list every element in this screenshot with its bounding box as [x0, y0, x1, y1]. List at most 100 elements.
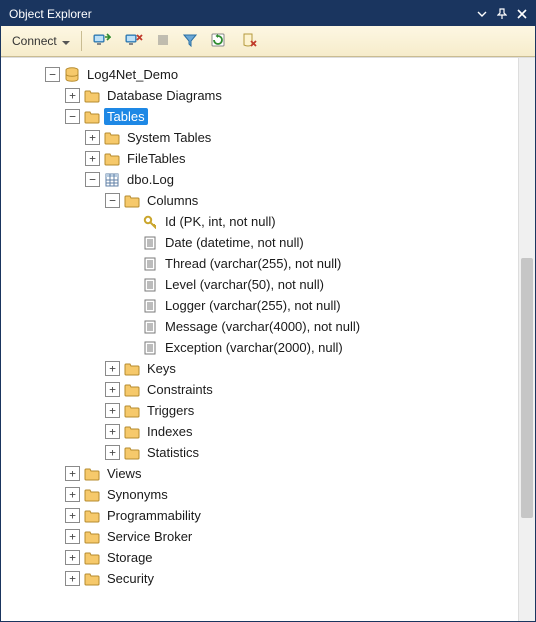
tree-label[interactable]: Programmability: [104, 507, 204, 524]
filter-icon: [183, 33, 197, 50]
tree-row[interactable]: + Programmability: [5, 505, 519, 526]
tree-label[interactable]: Exception (varchar(2000), null): [162, 339, 346, 356]
object-explorer-window: Object Explorer Connect: [0, 0, 536, 622]
collapse-toggle[interactable]: −: [105, 193, 120, 208]
expand-toggle[interactable]: +: [65, 487, 80, 502]
column-icon: [142, 277, 158, 293]
tree-label[interactable]: Statistics: [144, 444, 202, 461]
tree-row[interactable]: + Security: [5, 568, 519, 589]
expand-toggle[interactable]: +: [65, 88, 80, 103]
folder-icon: [124, 424, 140, 440]
toggle-spacer: [125, 257, 138, 270]
tree-label[interactable]: Database Diagrams: [104, 87, 225, 104]
expand-toggle[interactable]: +: [65, 571, 80, 586]
window-menu-button[interactable]: [473, 5, 491, 23]
expand-toggle[interactable]: +: [65, 466, 80, 481]
refresh-icon: [211, 33, 227, 50]
tree-label[interactable]: Triggers: [144, 402, 197, 419]
tree-label[interactable]: Synonyms: [104, 486, 171, 503]
tree-label[interactable]: FileTables: [124, 150, 189, 167]
tree-row[interactable]: Logger (varchar(255), not null): [5, 295, 519, 316]
expand-toggle[interactable]: +: [105, 445, 120, 460]
database-icon: [64, 67, 80, 83]
expand-toggle[interactable]: +: [105, 403, 120, 418]
toggle-spacer: [125, 278, 138, 291]
filter-button[interactable]: [178, 29, 202, 53]
tree-label[interactable]: dbo.Log: [124, 171, 177, 188]
server-disconnect-icon: [125, 32, 143, 51]
tree-row[interactable]: Exception (varchar(2000), null): [5, 337, 519, 358]
pin-button[interactable]: [493, 5, 511, 23]
tree-label[interactable]: Columns: [144, 192, 201, 209]
folder-icon: [84, 529, 100, 545]
expand-toggle[interactable]: +: [85, 130, 100, 145]
folder-icon: [124, 193, 140, 209]
tree-row[interactable]: Thread (varchar(255), not null): [5, 253, 519, 274]
tree-row[interactable]: + Keys: [5, 358, 519, 379]
disconnect-icon-button[interactable]: [120, 29, 148, 53]
folder-icon: [104, 151, 120, 167]
tree-row[interactable]: − Columns: [5, 190, 519, 211]
tree-row[interactable]: + Indexes: [5, 421, 519, 442]
vertical-scrollbar[interactable]: [518, 58, 535, 621]
expand-toggle[interactable]: +: [65, 508, 80, 523]
tree-label[interactable]: Log4Net_Demo: [84, 66, 181, 83]
tree-row[interactable]: Level (varchar(50), not null): [5, 274, 519, 295]
folder-icon: [84, 88, 100, 104]
tree-row[interactable]: + Storage: [5, 547, 519, 568]
tree-label[interactable]: System Tables: [124, 129, 214, 146]
tree-label[interactable]: Views: [104, 465, 144, 482]
tree-row[interactable]: + FileTables: [5, 148, 519, 169]
tree-label[interactable]: Level (varchar(50), not null): [162, 276, 327, 293]
tree-row[interactable]: + System Tables: [5, 127, 519, 148]
tree-label[interactable]: Id (PK, int, not null): [162, 213, 279, 230]
tree-label[interactable]: Logger (varchar(255), not null): [162, 297, 344, 314]
collapse-toggle[interactable]: −: [45, 67, 60, 82]
tree[interactable]: − Log4Net_Demo + Database Diagrams − Tables + S…: [1, 58, 519, 621]
scrollbar-thumb[interactable]: [521, 258, 533, 518]
expand-toggle[interactable]: +: [65, 550, 80, 565]
refresh-button[interactable]: [206, 29, 232, 53]
tree-row[interactable]: + Constraints: [5, 379, 519, 400]
tree-label[interactable]: Constraints: [144, 381, 216, 398]
tree-label[interactable]: Security: [104, 570, 157, 587]
table-icon: [104, 172, 120, 188]
tree-row[interactable]: Id (PK, int, not null): [5, 211, 519, 232]
expand-toggle[interactable]: +: [65, 529, 80, 544]
connect-icon-button[interactable]: [88, 29, 116, 53]
tree-row[interactable]: − Log4Net_Demo: [5, 64, 519, 85]
tree-row[interactable]: Message (varchar(4000), not null): [5, 316, 519, 337]
tree-row[interactable]: Date (datetime, not null): [5, 232, 519, 253]
delete-script-button[interactable]: [236, 29, 262, 53]
close-button[interactable]: [513, 5, 531, 23]
tree-row[interactable]: − Tables: [5, 106, 519, 127]
connect-label: Connect: [12, 34, 57, 48]
tree-label[interactable]: Thread (varchar(255), not null): [162, 255, 344, 272]
expand-toggle[interactable]: +: [105, 361, 120, 376]
tree-label[interactable]: Indexes: [144, 423, 196, 440]
expand-toggle[interactable]: +: [105, 382, 120, 397]
tree-row[interactable]: + Triggers: [5, 400, 519, 421]
tree-label[interactable]: Date (datetime, not null): [162, 234, 307, 251]
tree-row[interactable]: − dbo.Log: [5, 169, 519, 190]
folder-icon: [124, 361, 140, 377]
toolbar-separator: [81, 31, 82, 51]
expand-toggle[interactable]: +: [105, 424, 120, 439]
tree-label[interactable]: Tables: [104, 108, 148, 125]
tree-row[interactable]: + Views: [5, 463, 519, 484]
tree-row[interactable]: + Synonyms: [5, 484, 519, 505]
collapse-toggle[interactable]: −: [85, 172, 100, 187]
tree-row[interactable]: + Database Diagrams: [5, 85, 519, 106]
connect-dropdown[interactable]: Connect: [7, 29, 75, 53]
tree-label[interactable]: Storage: [104, 549, 156, 566]
expand-toggle[interactable]: +: [85, 151, 100, 166]
tree-row[interactable]: + Service Broker: [5, 526, 519, 547]
folder-icon: [124, 445, 140, 461]
tree-label[interactable]: Service Broker: [104, 528, 195, 545]
collapse-toggle[interactable]: −: [65, 109, 80, 124]
tree-label[interactable]: Message (varchar(4000), not null): [162, 318, 363, 335]
tree-panel: − Log4Net_Demo + Database Diagrams − Tables + S…: [1, 57, 535, 621]
tree-label[interactable]: Keys: [144, 360, 179, 377]
folder-icon: [104, 130, 120, 146]
tree-row[interactable]: + Statistics: [5, 442, 519, 463]
